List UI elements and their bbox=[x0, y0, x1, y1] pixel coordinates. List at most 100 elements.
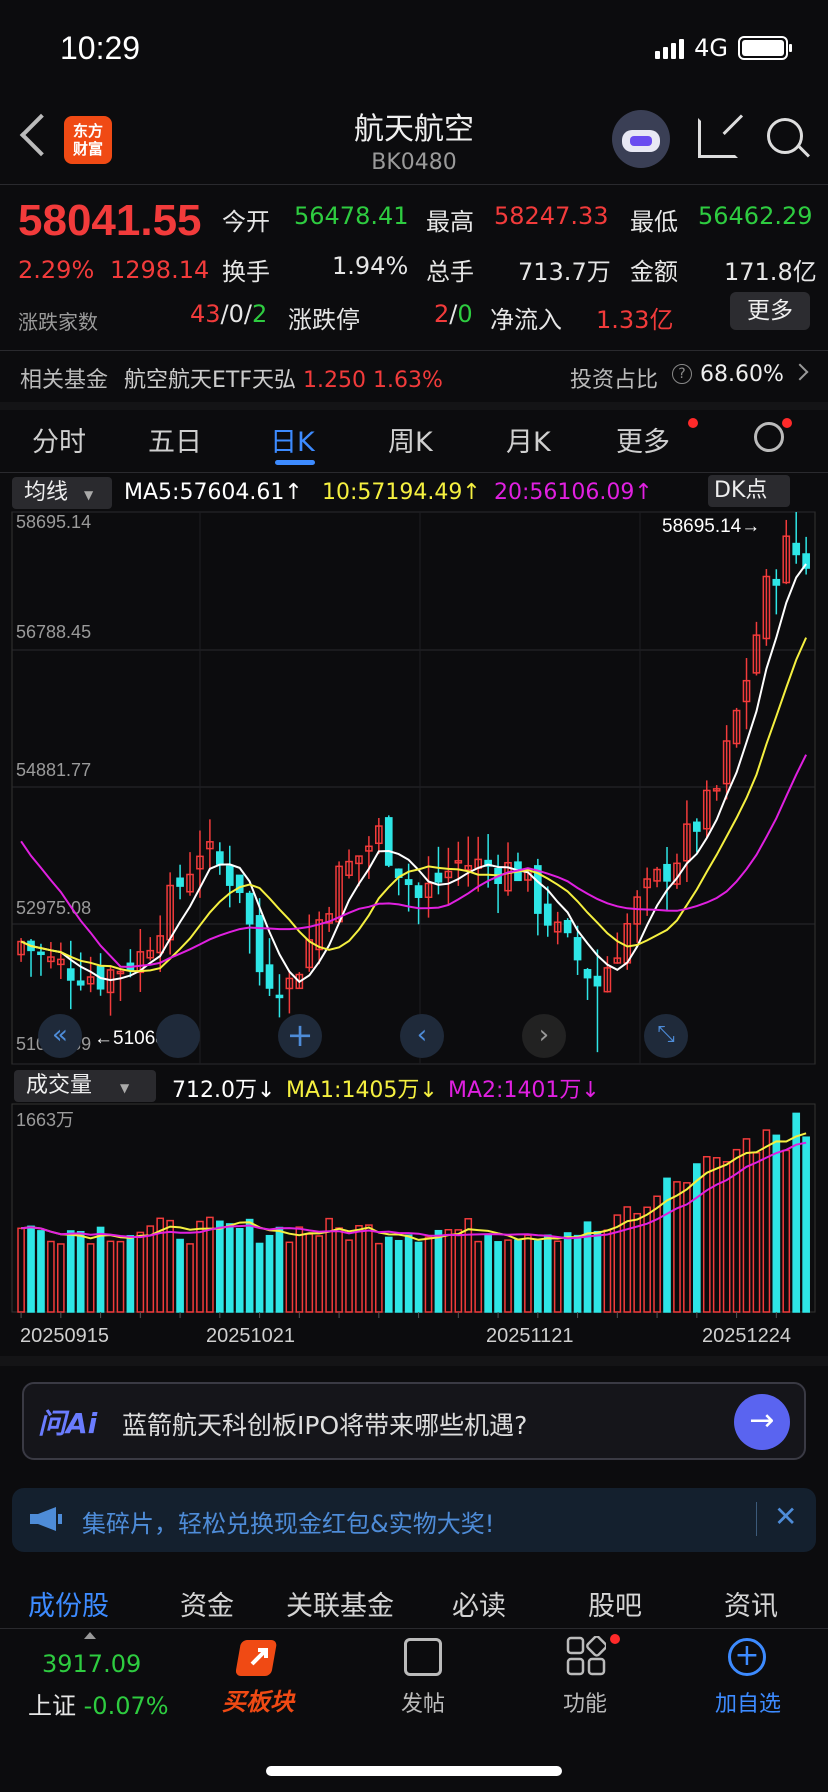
arrow-right-icon[interactable]: → bbox=[734, 1394, 790, 1450]
candle-body bbox=[772, 578, 781, 586]
kline-frame bbox=[11, 511, 816, 1065]
volume-bar bbox=[225, 1223, 234, 1313]
x-axis-date: 20251121 bbox=[486, 1325, 574, 1347]
volume-bar bbox=[514, 1239, 522, 1313]
scroll-left-double-icon[interactable]: « bbox=[38, 1014, 82, 1058]
buy-board-label[interactable]: 买板块 bbox=[222, 1682, 294, 1717]
scroll-left-icon[interactable]: ‹ bbox=[400, 1014, 444, 1058]
volume-bar bbox=[553, 1240, 562, 1313]
volume-bar bbox=[116, 1240, 125, 1313]
ma5-line bbox=[20, 563, 807, 984]
tab-forum[interactable]: 股吧 bbox=[588, 1584, 642, 1623]
volume-bar bbox=[255, 1242, 264, 1313]
megaphone-icon bbox=[28, 1506, 64, 1532]
volume-bar bbox=[76, 1230, 85, 1313]
index-value[interactable]: 3917.09 bbox=[42, 1650, 141, 1678]
volume-bar bbox=[305, 1233, 314, 1313]
volume-current: 712.0万↓ bbox=[172, 1078, 276, 1103]
volume-bar bbox=[573, 1234, 582, 1313]
y-axis-tick: 56788.45 bbox=[16, 622, 91, 642]
volume-bar bbox=[86, 1243, 95, 1313]
candle-body bbox=[176, 877, 184, 887]
volume-bar bbox=[146, 1225, 155, 1313]
volume-bar bbox=[792, 1112, 801, 1313]
volume-bar bbox=[176, 1238, 184, 1313]
y-axis-tick: 52975.08 bbox=[16, 898, 91, 918]
post-edit-icon[interactable] bbox=[404, 1638, 442, 1676]
candle-body bbox=[563, 919, 572, 934]
tab-must-read[interactable]: 必读 bbox=[452, 1584, 506, 1623]
candle-body bbox=[275, 994, 284, 999]
volume-bar bbox=[534, 1240, 542, 1313]
volume-bar bbox=[295, 1226, 304, 1313]
volume-bar bbox=[752, 1152, 761, 1313]
volume-bar bbox=[265, 1234, 274, 1313]
volume-bar bbox=[414, 1241, 423, 1313]
volume-bar bbox=[693, 1163, 701, 1313]
tab-constituents[interactable]: 成份股 bbox=[28, 1584, 109, 1623]
max-price-label: 58695.14→ bbox=[662, 516, 760, 537]
volume-bar bbox=[603, 1229, 612, 1313]
volume-bar bbox=[722, 1161, 731, 1313]
post-label[interactable]: 发帖 bbox=[388, 1686, 458, 1718]
volume-bar bbox=[275, 1226, 284, 1313]
volume-bar bbox=[504, 1239, 512, 1313]
divider bbox=[756, 1502, 757, 1536]
volume-bar bbox=[235, 1227, 244, 1313]
index-ticker[interactable]: 上证 -0.07% bbox=[28, 1686, 169, 1721]
candle-body bbox=[434, 872, 443, 883]
volume-bar bbox=[712, 1157, 721, 1313]
volume-indicator-select[interactable]: 成交量 ▼ bbox=[14, 1070, 156, 1102]
ask-ai-brand: 问Ai bbox=[38, 1407, 98, 1440]
home-indicator[interactable] bbox=[266, 1766, 562, 1776]
volume-max-label: 1663万 bbox=[16, 1110, 74, 1130]
add-watchlist-label[interactable]: 加自选 bbox=[706, 1686, 790, 1718]
volume-bar bbox=[424, 1236, 433, 1313]
volume-bar bbox=[404, 1234, 413, 1313]
ask-ai-bar[interactable]: 问Ai 蓝箭航天科创板IPO将带来哪些机遇? → bbox=[22, 1382, 806, 1460]
notice-text: 集碎片，轻松兑换现金红包&实物大奖! bbox=[82, 1510, 495, 1538]
notification-dot bbox=[610, 1634, 620, 1644]
tab-related-funds[interactable]: 关联基金 bbox=[286, 1584, 394, 1623]
function-label[interactable]: 功能 bbox=[550, 1686, 620, 1718]
ask-ai-question: 蓝箭航天科创板IPO将带来哪些机遇? bbox=[122, 1411, 528, 1440]
volume-bar bbox=[494, 1241, 502, 1313]
candle-body bbox=[404, 879, 413, 886]
buy-board-icon[interactable] bbox=[236, 1636, 284, 1680]
volume-bar bbox=[66, 1230, 75, 1313]
volume-bar bbox=[464, 1218, 473, 1313]
candle-body bbox=[593, 975, 602, 987]
volume-bar bbox=[384, 1236, 393, 1313]
function-grid-icon[interactable] bbox=[566, 1636, 606, 1676]
volume-bar bbox=[335, 1227, 343, 1313]
tab-funds-flow[interactable]: 资金 bbox=[180, 1584, 234, 1623]
volume-bar bbox=[802, 1136, 810, 1313]
promo-notice[interactable]: 集碎片，轻松兑换现金红包&实物大奖! ✕ bbox=[12, 1488, 816, 1552]
volume-bar bbox=[206, 1216, 214, 1313]
volume-bar bbox=[444, 1228, 453, 1313]
volume-ma2-line bbox=[20, 1141, 807, 1240]
zoom-in-icon[interactable]: + bbox=[278, 1014, 322, 1058]
candle-body bbox=[663, 863, 671, 882]
candle-body bbox=[76, 980, 85, 986]
volume-bar bbox=[186, 1243, 194, 1313]
zoom-out-icon[interactable] bbox=[156, 1014, 200, 1058]
app-root: 10:29 4G 东方 财富 航天航空 BK0480 58041.55 2.29%… bbox=[0, 0, 828, 1792]
tab-news[interactable]: 资讯 bbox=[724, 1584, 778, 1623]
candle-body bbox=[693, 821, 701, 832]
volume-bar bbox=[394, 1239, 403, 1313]
ma10-line bbox=[20, 637, 808, 973]
volume-bar bbox=[126, 1235, 135, 1313]
volume-bar bbox=[106, 1240, 115, 1313]
divider bbox=[0, 1628, 828, 1629]
scroll-right-icon[interactable]: › bbox=[522, 1014, 566, 1058]
fullscreen-icon[interactable]: ⤡ bbox=[644, 1014, 688, 1058]
volume-bar bbox=[543, 1234, 552, 1313]
candle-body bbox=[245, 892, 254, 925]
volume-bar bbox=[17, 1227, 25, 1313]
volume-bar bbox=[613, 1214, 622, 1313]
close-icon[interactable]: ✕ bbox=[774, 1500, 797, 1533]
candle-body bbox=[414, 885, 423, 898]
candle-body bbox=[265, 964, 274, 989]
add-watchlist-icon[interactable]: + bbox=[728, 1638, 766, 1676]
